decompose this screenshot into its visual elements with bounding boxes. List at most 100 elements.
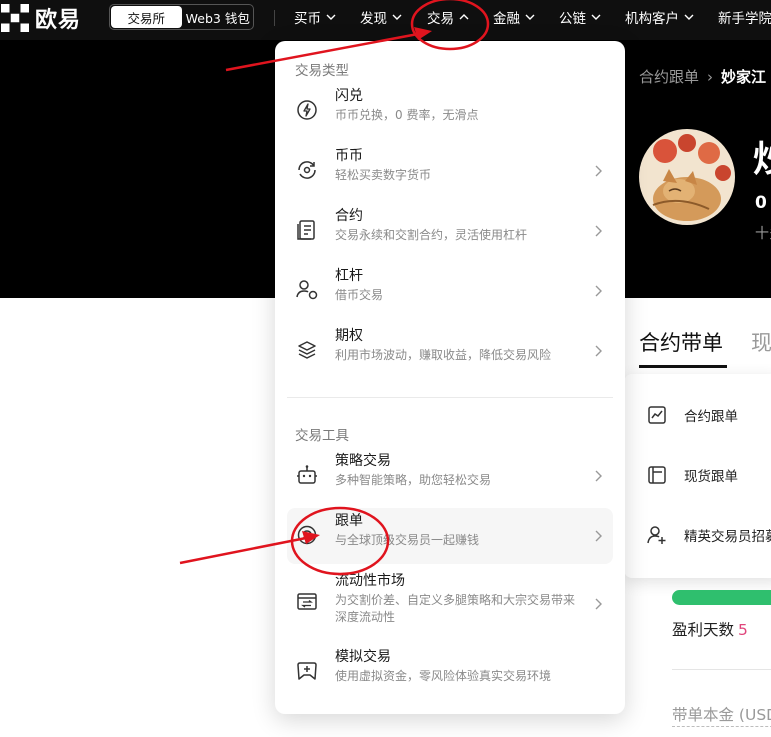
contract-chart-icon	[648, 406, 666, 424]
flash-icon	[297, 100, 317, 120]
breadcrumb: 合约跟单 › 妙家江	[639, 66, 766, 87]
tab-contract-lead[interactable]: 合约带单	[639, 327, 723, 357]
menu-item-liquidity-market[interactable]: 流动性市场 为交割价差、自定义多腿策略和大宗交易带来深度流动性	[287, 568, 613, 634]
trader-name: 炒	[753, 130, 771, 182]
menu-item-margin[interactable]: 杠杆 借币交易	[287, 263, 613, 319]
menu-item-desc: 与全球顶级交易员一起赚钱	[335, 533, 480, 547]
nav-label: 新手学院	[718, 11, 771, 27]
avatar-cat-image	[639, 129, 735, 225]
nav-academy[interactable]: 新手学院	[718, 0, 771, 34]
nav-trade[interactable]: 交易	[427, 0, 469, 34]
chevron-right-icon	[595, 165, 602, 177]
platform-switch: 交易所 Web3 钱包	[109, 4, 254, 30]
okx-logo[interactable]: 欧易	[1, 4, 82, 33]
exchange-tab[interactable]: 交易所	[111, 6, 182, 28]
menu-item-desc: 为交割价差、自定义多腿策略和大宗交易带来深度流动性	[335, 593, 576, 624]
leverage-icon	[296, 280, 318, 300]
menu-item-spot[interactable]: 币币 轻松买卖数字货币	[287, 143, 613, 199]
nav-label: 金融	[493, 11, 520, 27]
nav-discover[interactable]: 发现	[360, 0, 402, 34]
profit-days: 盈利天数 5	[672, 618, 748, 640]
layers-icon	[298, 341, 316, 359]
menu-item-title: 期权	[335, 328, 363, 344]
logo-text: 欧易	[35, 8, 82, 33]
coin-swap-icon	[298, 161, 316, 179]
trader-stat-label: 十多	[755, 226, 771, 242]
submenu-elite-recruit[interactable]: 精英交易员招募	[624, 510, 771, 560]
user-add-icon	[647, 526, 666, 544]
nav-buy-crypto[interactable]: 买币	[294, 0, 336, 34]
section-title-trade-types: 交易类型	[295, 63, 349, 79]
menu-item-title: 模拟交易	[335, 649, 391, 665]
submenu-label: 现货跟单	[684, 469, 738, 485]
nav-divider	[274, 10, 275, 26]
menu-item-strategy-trading[interactable]: 策略交易 多种智能策略，助您轻松交易	[287, 448, 613, 504]
active-tab-underline	[639, 365, 727, 368]
chevron-up-icon	[459, 14, 469, 20]
menu-item-desc: 利用市场波动，赚取收益，降低交易风险	[335, 348, 552, 362]
nav-label: 发现	[360, 11, 387, 27]
menu-item-title: 合约	[335, 208, 363, 224]
trader-stat-value: 0	[755, 193, 767, 213]
menu-item-desc: 币币兑换，0 费率，无滑点	[335, 108, 479, 122]
contract-icon	[297, 220, 315, 240]
section-title-trade-tools: 交易工具	[295, 428, 349, 444]
menu-item-title: 跟单	[335, 513, 363, 529]
copy-trade-icon	[297, 525, 317, 545]
chevron-right-icon	[595, 225, 602, 237]
submenu-contract-copy[interactable]: 合约跟单	[624, 390, 771, 440]
profit-days-value: 5	[738, 621, 748, 639]
breadcrumb-current: 妙家江	[721, 68, 767, 86]
chevron-right-icon: ›	[707, 68, 714, 86]
menu-item-title: 策略交易	[335, 453, 391, 469]
chevron-right-icon	[595, 598, 602, 610]
breadcrumb-parent[interactable]: 合约跟单	[639, 68, 699, 86]
chevron-down-icon	[525, 14, 535, 20]
menu-item-desc: 轻松买卖数字货币	[335, 168, 432, 182]
nav-public-chain[interactable]: 公链	[559, 0, 601, 34]
chevron-right-icon	[595, 470, 602, 482]
profit-progress-bar	[672, 590, 771, 605]
web3-wallet-tab[interactable]: Web3 钱包	[183, 5, 254, 29]
nav-label: 机构客户	[625, 11, 679, 27]
liquidity-icon	[297, 593, 317, 610]
section-divider	[672, 669, 771, 670]
menu-item-desc: 借币交易	[335, 288, 384, 302]
avatar	[639, 129, 735, 225]
menu-item-title: 币币	[335, 148, 363, 164]
submenu-spot-copy[interactable]: 现货跟单	[624, 450, 771, 500]
profit-days-label: 盈利天数	[672, 621, 735, 639]
menu-item-copy-trading[interactable]: 跟单 与全球顶级交易员一起赚钱	[287, 508, 613, 564]
spot-doc-icon	[648, 466, 666, 484]
menu-item-convert[interactable]: 闪兑 币币兑换，0 费率，无滑点	[287, 83, 613, 139]
chevron-right-icon	[595, 345, 602, 357]
copy-trade-submenu: 合约跟单 现货跟单 精英交易员招募	[624, 374, 771, 578]
menu-item-desc: 使用虚拟资金，零风险体验真实交易环境	[335, 669, 552, 683]
chevron-down-icon	[684, 14, 694, 20]
nav-label: 交易	[427, 11, 454, 27]
nav-label: 买币	[294, 11, 321, 27]
tab-spot-lead[interactable]: 现	[751, 327, 771, 357]
chevron-down-icon	[326, 14, 336, 20]
menu-item-desc: 多种智能策略，助您轻松交易	[335, 473, 492, 487]
demo-trade-icon	[297, 662, 317, 680]
menu-item-demo-trading[interactable]: 模拟交易 使用虚拟资金，零风险体验真实交易环境	[287, 644, 613, 700]
nav-label: 公链	[559, 11, 586, 27]
menu-divider	[287, 397, 613, 398]
submenu-label: 精英交易员招募	[684, 529, 771, 545]
menu-item-title: 闪兑	[335, 88, 363, 104]
nav-institutional[interactable]: 机构客户	[625, 0, 694, 34]
menu-item-desc: 交易永续和交割合约，灵活使用杠杆	[335, 228, 528, 242]
trade-dropdown-menu: 交易类型 闪兑 币币兑换，0 费率，无滑点 币币 轻松买卖数字货币 合约 交易永…	[275, 41, 625, 714]
menu-item-options[interactable]: 期权 利用市场波动，赚取收益，降低交易风险	[287, 323, 613, 379]
menu-item-title: 杠杆	[335, 268, 363, 284]
chevron-right-icon	[595, 285, 602, 297]
menu-item-title: 流动性市场	[335, 573, 405, 589]
lead-capital-label[interactable]: 带单本金 (USD	[672, 703, 771, 727]
submenu-label: 合约跟单	[684, 409, 738, 425]
chevron-down-icon	[392, 14, 402, 20]
chevron-right-icon	[595, 530, 602, 542]
chevron-down-icon	[591, 14, 601, 20]
nav-finance[interactable]: 金融	[493, 0, 535, 34]
menu-item-futures[interactable]: 合约 交易永续和交割合约，灵活使用杠杆	[287, 203, 613, 259]
